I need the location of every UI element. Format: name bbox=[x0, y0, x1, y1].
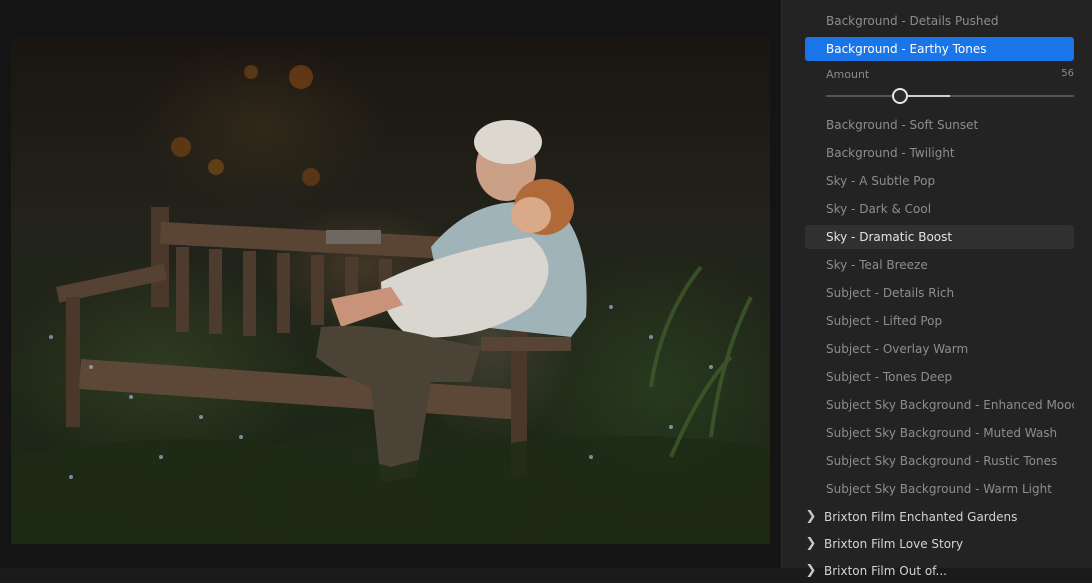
preset-group-love-story[interactable]: ❯ Brixton Film Love Story bbox=[804, 532, 1074, 556]
amount-value: 56 bbox=[1061, 68, 1074, 79]
preset-item[interactable]: Subject - Details Rich bbox=[805, 281, 1074, 305]
group-label: Brixton Film Out of... bbox=[824, 564, 947, 578]
preset-item[interactable]: Subject Sky Background - Enhanced Mood bbox=[805, 393, 1074, 417]
photo-preview bbox=[11, 37, 770, 544]
presets-panel[interactable]: Background - Details Pushed Background -… bbox=[781, 0, 1092, 578]
clipped-preset-item bbox=[805, 0, 1074, 2]
group-label: Brixton Film Enchanted Gardens bbox=[824, 510, 1018, 524]
preset-group-clipped[interactable]: ❯ Brixton Film Out of... bbox=[804, 559, 1074, 583]
amount-slider-track[interactable] bbox=[826, 95, 1074, 97]
preset-item[interactable]: Subject - Tones Deep bbox=[805, 365, 1074, 389]
preset-item[interactable]: Background - Twilight bbox=[805, 141, 1074, 165]
preset-item-selected[interactable]: Background - Earthy Tones bbox=[805, 37, 1074, 61]
image-canvas[interactable] bbox=[0, 0, 781, 568]
preset-group-enchanted-gardens[interactable]: ❯ Brixton Film Enchanted Gardens bbox=[804, 505, 1074, 529]
preset-item[interactable]: Sky - Dark & Cool bbox=[805, 197, 1074, 221]
preset-item[interactable]: Subject - Overlay Warm bbox=[805, 337, 1074, 361]
amount-label: Amount bbox=[826, 68, 870, 81]
preset-item[interactable]: Sky - A Subtle Pop bbox=[805, 169, 1074, 193]
preset-item[interactable]: Subject Sky Background - Rustic Tones bbox=[805, 449, 1074, 473]
preset-item[interactable]: Subject - Lifted Pop bbox=[805, 309, 1074, 333]
preset-item[interactable]: Subject Sky Background - Muted Wash bbox=[805, 421, 1074, 445]
preset-item-hovered[interactable]: Sky - Dramatic Boost bbox=[805, 225, 1074, 249]
preset-item[interactable]: Subject Sky Background - Warm Light bbox=[805, 477, 1074, 501]
preset-item[interactable]: Background - Details Pushed bbox=[805, 9, 1074, 33]
chevron-right-icon: ❯ bbox=[805, 563, 817, 578]
chevron-right-icon: ❯ bbox=[805, 509, 817, 524]
chevron-right-icon: ❯ bbox=[805, 536, 817, 551]
amount-slider-thumb[interactable] bbox=[892, 88, 908, 104]
group-label: Brixton Film Love Story bbox=[824, 537, 964, 551]
preset-item[interactable]: Sky - Teal Breeze bbox=[805, 253, 1074, 277]
preset-item[interactable]: Background - Soft Sunset bbox=[805, 113, 1074, 137]
photo-illustration bbox=[11, 65, 770, 544]
